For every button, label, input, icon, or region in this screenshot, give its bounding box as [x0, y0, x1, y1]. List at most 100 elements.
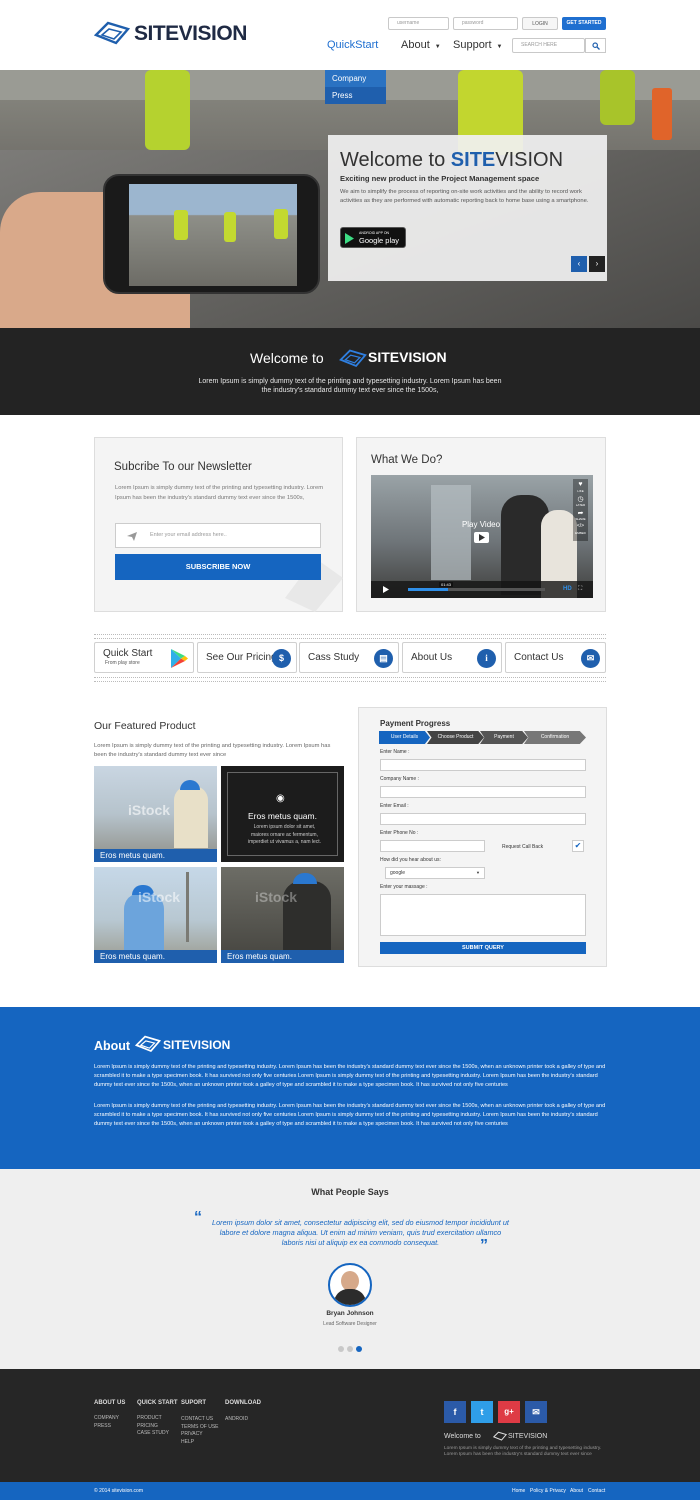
step-user-details[interactable]: User Details	[379, 731, 430, 744]
submit-query-button[interactable]: SUBMIT QUERY	[380, 942, 586, 954]
hear-select-value: google	[390, 870, 406, 876]
carousel-dot-active[interactable]	[356, 1346, 362, 1352]
footer-link[interactable]: PRICING	[137, 1423, 169, 1431]
mail-icon[interactable]: ✉	[525, 1401, 547, 1423]
bottom-link-privacy[interactable]: Policy & Privacy	[530, 1488, 566, 1494]
bottom-link-home[interactable]: Home	[512, 1488, 525, 1494]
page: SITEVISION username password LOGIN GET S…	[0, 0, 700, 1500]
footer-link[interactable]: ANDROID	[225, 1416, 248, 1424]
footer-link[interactable]: HELP	[181, 1439, 219, 1447]
video-bg-structure	[431, 485, 471, 580]
step-choose-product[interactable]: Choose Product	[427, 731, 484, 744]
divider	[94, 638, 606, 639]
footer-link[interactable]: TERMS OF USE	[181, 1424, 219, 1432]
carousel-dot[interactable]	[338, 1346, 344, 1352]
product-card[interactable]: iStock Eros metus quam.	[94, 867, 217, 963]
facebook-icon[interactable]: f	[444, 1401, 466, 1423]
name-input[interactable]	[380, 759, 586, 771]
step-payment[interactable]: Payment	[480, 731, 528, 744]
footer-link[interactable]: COMPANY	[94, 1415, 119, 1423]
carousel-prev-button[interactable]: ‹	[571, 256, 587, 272]
logo[interactable]: SITEVISION	[94, 21, 250, 49]
hero-title: Welcome to SITEVISION	[340, 149, 563, 172]
twitter-icon[interactable]: t	[471, 1401, 493, 1423]
carousel-dot[interactable]	[347, 1346, 353, 1352]
label-message: Enter your massage :	[380, 884, 428, 890]
quicklink-contact[interactable]: Contact Us ✉	[505, 642, 606, 673]
dropdown-item-press[interactable]: Press	[325, 87, 386, 104]
search-input[interactable]: SEARCH HERE	[512, 38, 585, 53]
hero-title-brand-a: SITE	[450, 149, 496, 171]
testimonial-name: Bryan Johnson	[326, 1310, 374, 1317]
footer-blurb: Lorem Ipsum is simply dummy text of the …	[444, 1446, 602, 1457]
info-icon: i	[477, 649, 496, 668]
heart-icon[interactable]: ♥	[573, 481, 588, 488]
nav-quickstart[interactable]: QuickStart	[327, 39, 378, 51]
testimonial-role: Lead Software Designer	[323, 1321, 377, 1327]
search-button[interactable]	[585, 38, 606, 53]
hero-body: We aim to simplify the process of report…	[340, 189, 589, 204]
badge-small: ANDROID APP ON	[359, 231, 390, 235]
quicklink-case-study[interactable]: Cass Study ▤	[299, 642, 399, 673]
step-confirmation[interactable]: Confirmation	[524, 731, 586, 744]
play-triangle-icon	[479, 534, 485, 541]
password-input[interactable]: password	[453, 17, 518, 30]
product-card-hover[interactable]: ◉ Eros metus quam. Lorem ipsum dolor sit…	[221, 766, 344, 862]
band-title-prefix: Welcome to	[250, 350, 324, 366]
quicklink-title: Contact Us	[514, 652, 564, 663]
fullscreen-icon[interactable]: ⛶	[578, 586, 582, 593]
google-play-button[interactable]: ANDROID APP ON Google play	[340, 227, 406, 248]
play-icon[interactable]	[474, 532, 489, 543]
login-button[interactable]: LOGIN	[522, 17, 558, 30]
video-progress-track[interactable]	[408, 588, 545, 591]
nav-about[interactable]: About ▼	[401, 39, 441, 51]
get-started-button[interactable]: GET STARTED	[562, 17, 606, 30]
video-player[interactable]: Play Video ♥ LIKE ◷ LATER ➦ SHARE </> EM…	[371, 475, 593, 598]
search-icon	[592, 42, 600, 50]
footer-col-links: CONTACT US TERMS OF USE PRIVACY HELP	[181, 1416, 219, 1446]
band-line-1: Lorem Ipsum is simply dummy text of the …	[198, 378, 502, 385]
quote-close-icon: ”	[480, 1237, 488, 1254]
hd-badge[interactable]: HD	[563, 586, 572, 592]
footer-link[interactable]: PRIVACY	[181, 1431, 219, 1439]
nav-support[interactable]: Support ▼	[453, 39, 502, 51]
phone-input[interactable]	[380, 840, 485, 852]
share-icon[interactable]: ➦	[573, 509, 588, 517]
footer-col-head: ABOUT US	[94, 1400, 126, 1406]
product-caption: Eros metus quam.	[94, 849, 217, 862]
badge-big: Google play	[359, 236, 400, 245]
quicklink-quickstart[interactable]: Quick Start From play store	[94, 642, 194, 673]
label-hear: How did you hear about us:	[380, 857, 441, 863]
footer-link[interactable]: PRODUCT	[137, 1415, 169, 1423]
footer: ABOUT US COMPANY PRESS QUICK START PRODU…	[0, 1369, 700, 1482]
quicklink-pricing[interactable]: See Our Pricing $	[197, 642, 297, 673]
product-tower	[186, 872, 189, 942]
play-icon[interactable]	[383, 586, 389, 593]
product-card[interactable]: iStock Eros metus quam.	[94, 766, 217, 862]
carousel-next-button[interactable]: ›	[589, 256, 605, 272]
newsletter-email-input[interactable]: Enter your email address here..	[115, 523, 321, 548]
divider	[94, 681, 606, 682]
header: SITEVISION username password LOGIN GET S…	[0, 0, 700, 70]
company-input[interactable]	[380, 786, 586, 798]
footer-link[interactable]: CASE STUDY	[137, 1430, 169, 1438]
clock-icon[interactable]: ◷	[573, 495, 588, 503]
username-input[interactable]: username	[388, 17, 449, 30]
dropdown-item-company[interactable]: Company	[325, 70, 386, 87]
callback-checkbox[interactable]: ✔	[572, 840, 584, 852]
quicklink-about[interactable]: About Us i	[402, 642, 502, 673]
embed-icon[interactable]: </>	[573, 523, 588, 529]
email-input[interactable]	[380, 813, 586, 825]
footer-link[interactable]: CONTACT US	[181, 1416, 219, 1424]
testimonial-quote: Lorem ipsum dolor sit amet, consectetur …	[212, 1218, 509, 1247]
google-play-icon	[345, 233, 354, 244]
google-plus-icon[interactable]: g+	[498, 1401, 520, 1423]
bottom-link-about[interactable]: About	[570, 1488, 583, 1494]
product-card[interactable]: iStock Eros metus quam.	[221, 867, 344, 963]
footer-link[interactable]: PRESS	[94, 1423, 119, 1431]
hear-select[interactable]: google ▼	[385, 867, 485, 879]
welcome-band: Welcome to SITEVISION Lorem Ipsum is sim…	[0, 328, 700, 415]
bottom-link-contact[interactable]: Contact	[588, 1488, 605, 1494]
subscribe-button[interactable]: SUBSCRIBE NOW	[115, 554, 321, 580]
message-textarea[interactable]	[380, 894, 586, 936]
